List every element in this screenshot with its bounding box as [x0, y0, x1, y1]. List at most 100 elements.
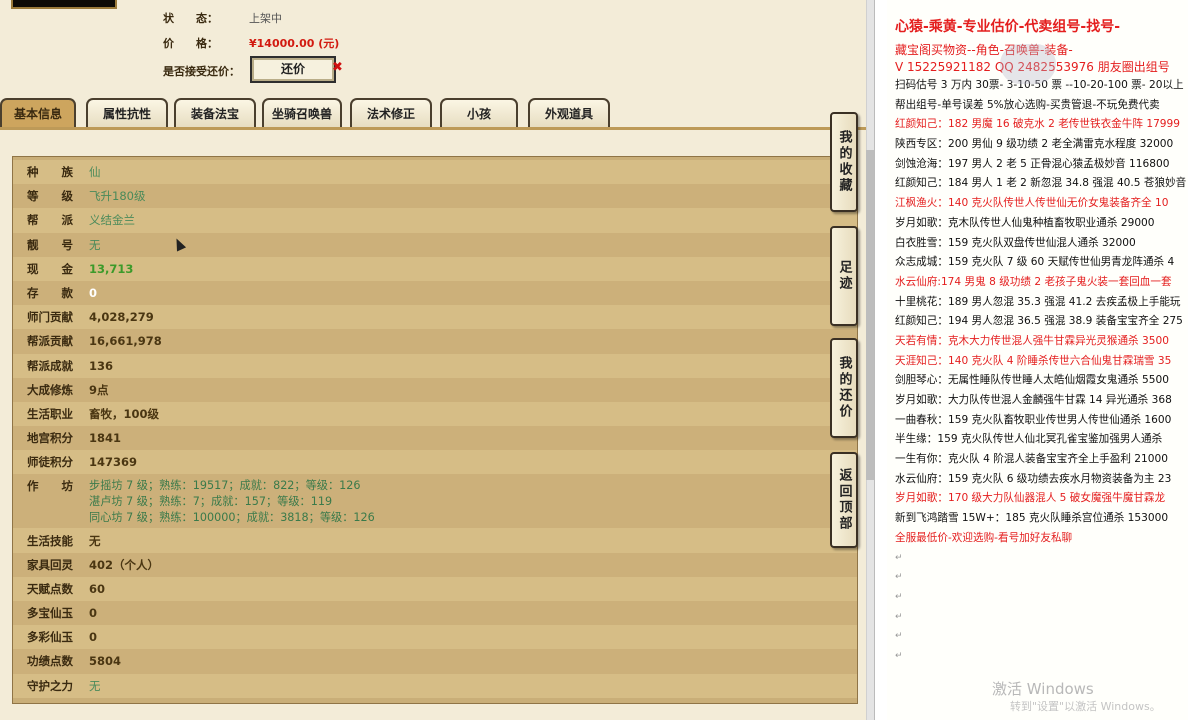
- row-value: 无: [89, 533, 101, 548]
- scrollbar-thumb[interactable]: [866, 150, 874, 480]
- row-label: 等 级: [27, 189, 73, 204]
- counter-offer-label: 是否接受还价：: [163, 65, 240, 78]
- paragraph-mark-icon: ↵: [895, 650, 903, 661]
- document-line: 江枫渔火：140 克火队传世人传世仙无价女鬼装备齐全 10: [895, 197, 1169, 210]
- paragraph-mark-icon: ↵: [895, 552, 903, 563]
- document-margin: [875, 0, 887, 720]
- row-label: 大成修炼: [27, 382, 73, 397]
- activation-watermark: 激活 Windows: [992, 680, 1094, 698]
- document-line: 新到飞鸿踏雪 15W+：185 克火队睡杀宫位通杀 153000: [895, 512, 1169, 525]
- row-value: 9点: [89, 382, 109, 397]
- tab-spell-correction[interactable]: 法术修正: [350, 98, 432, 128]
- row-label: 师徒积分: [27, 455, 73, 470]
- document-line: 水云仙府：159 克火队 6 级功绩去疾水月物资装备为主 23: [895, 472, 1172, 485]
- info-row-life-profession: 生活职业 畜牧，100级: [13, 401, 857, 427]
- info-row-cash: 现 金 13,713: [13, 256, 857, 281]
- info-row-merit-points: 功绩点数 5804: [13, 649, 857, 674]
- my-offers-button[interactable]: 我的还价: [830, 338, 858, 438]
- tab-basic-info[interactable]: 基本信息: [0, 98, 76, 128]
- document-line: 天涯知己：140 克火队 4 阶睡杀传世六合仙鬼甘霖瑞雪 35: [895, 354, 1172, 367]
- info-row-colorful-jade: 多彩仙玉 0: [13, 625, 857, 650]
- document-line: 白衣胜雪：159 克火队双盘传世仙混人通杀 32000: [895, 236, 1136, 249]
- row-value: 飞升180级: [89, 189, 146, 204]
- document-line: 天若有情：克木大力传世混人强牛甘霖异光灵猴通杀 3500: [895, 334, 1169, 347]
- tab-appearance[interactable]: 外观道具: [528, 98, 610, 128]
- paragraph-mark-icon: ↵: [895, 591, 903, 602]
- workshop-line: 步摇坊 7 级；熟练：19517；成就：822；等级：126: [89, 479, 361, 493]
- row-label: 多彩仙玉: [27, 630, 73, 645]
- info-row-deposit: 存 款 0: [13, 280, 857, 306]
- document-line: 水云仙府:174 男鬼 8 级功绩 2 老孩子鬼火装一套回血一套: [895, 275, 1172, 288]
- row-value: 0: [89, 286, 98, 301]
- row-value: 60: [89, 581, 106, 596]
- document-line: 红颜知己：194 男人忽混 36.5 强混 38.9 装备宝宝齐全 275: [895, 315, 1183, 328]
- status-field: 状 态： 上架中: [163, 10, 282, 26]
- info-row-life-skill: 生活技能 无: [13, 528, 857, 553]
- row-value: 5804: [89, 654, 122, 669]
- row-label: 生活职业: [27, 406, 73, 421]
- row-value: 136: [89, 358, 114, 373]
- workshop-list: 步摇坊 7 级；熟练：19517；成就：822；等级：126 湛卢坊 7 级；熟…: [89, 478, 857, 526]
- document-line: 一生有你：克火队 4 阶混人装备宝宝齐全上手盈利 21000: [895, 453, 1169, 466]
- document-line: 全服最低价-欢迎选购-看号加好友私聊: [895, 531, 1073, 544]
- info-row-sect-contribution: 师门贡献 4,028,279: [13, 305, 857, 330]
- workshop-line: 同心坊 7 级；熟练：100000；成就：3818；等级：126: [89, 511, 375, 525]
- info-row-furniture: 家具回灵 402（个人）: [13, 552, 857, 577]
- row-value: 仙: [89, 165, 101, 180]
- row-label: 帮派成就: [27, 358, 73, 373]
- paragraph-mark-icon: ↵: [895, 631, 903, 642]
- info-row-guild-achievement: 帮派成就 136: [13, 353, 857, 378]
- row-label: 家具回灵: [27, 557, 73, 572]
- info-row-mentor-points: 师徒积分 147369: [13, 450, 857, 475]
- row-label: 帮 派: [27, 213, 73, 228]
- tab-divider: [0, 127, 866, 130]
- overlay-blur: [1000, 44, 1056, 84]
- info-row-guild-contribution: 帮派贡献 16,661,978: [13, 329, 857, 354]
- document-line: 帮出组号-单号误差 5%放心选购-买贵管退-不玩免费代卖: [895, 98, 1160, 111]
- info-row-cultivation: 大成修炼 9点: [13, 377, 857, 402]
- tab-children[interactable]: 小孩: [440, 98, 518, 128]
- document-line: 红颜知己：182 男魔 16 破克水 2 老传世铁衣金牛阵 17999: [895, 118, 1181, 131]
- row-value: 402（个人）: [89, 557, 160, 572]
- row-label: 多宝仙玉: [27, 606, 73, 621]
- info-row-race: 种 族仙: [13, 160, 857, 185]
- info-row-talent-points: 天赋点数 60: [13, 576, 857, 601]
- info-row-level: 等 级 飞升180级: [13, 184, 857, 209]
- close-icon[interactable]: ✖: [332, 60, 343, 75]
- back-to-top-button[interactable]: 返回顶部: [830, 452, 858, 548]
- row-value: 147369: [89, 455, 138, 470]
- document-line: 半生缘：159 克火队传世人仙北冥孔雀宝鉴加强男人通杀: [895, 433, 1163, 446]
- row-value: 0: [89, 606, 98, 621]
- document-line: 众志成城：159 克火队 7 级 60 天赋传世仙男青龙阵通杀 4: [895, 256, 1175, 269]
- document-line: 岁月如歌：大力队传世混人金麟强牛甘霖 14 异光通杀 368: [895, 394, 1172, 406]
- row-label: 地宫积分: [27, 431, 73, 446]
- counter-offer-field: 是否接受还价：: [163, 63, 249, 79]
- document-line: 岁月如歌：克木队传世人仙鬼种植畜牧职业通杀 29000: [895, 216, 1155, 229]
- status-value: 上架中: [249, 12, 282, 25]
- info-row-vanity-id: 靓 号无: [13, 232, 857, 257]
- document-title: 心猿-乘黄-专业估价-代卖组号-找号-: [895, 19, 1121, 35]
- basic-info-table: 种 族 仙 等 级 飞升180级 帮 派义结金兰 靓 号无 现 金 13,713 存 …: [12, 156, 858, 704]
- info-row-treasure-jade: 多宝仙玉 0: [13, 601, 857, 626]
- row-label: 现 金: [27, 261, 73, 276]
- row-label: 作 坊: [27, 479, 73, 494]
- tab-attributes[interactable]: 属性抗性: [86, 98, 168, 128]
- document-line: 十里桃花：189 男人忽混 35.3 强混 41.2 去疾孟极上手能玩: [895, 295, 1181, 308]
- document-pane: 心猿-乘黄-专业估价-代卖组号-找号- 藏宝阁买物资--角色-召唤兽-装备- V …: [874, 0, 1188, 720]
- counter-offer-button[interactable]: 还价: [250, 56, 336, 83]
- info-row-dungeon-points: 地宫积分 1841: [13, 426, 857, 451]
- document-lines: 藏宝阁买物资--角色-召唤兽-装备- V 15225921182 QQ 24825…: [895, 42, 1188, 667]
- tab-bar: 基本信息 属性抗性 装备法宝 坐骑召唤兽 法术修正 小孩 外观道具: [0, 98, 860, 128]
- tab-equipment[interactable]: 装备法宝: [174, 98, 256, 128]
- footprint-button[interactable]: 足迹: [830, 226, 858, 326]
- tab-mounts-summons[interactable]: 坐骑召唤兽: [262, 98, 342, 128]
- info-row-guild: 帮 派 义结金兰: [13, 208, 857, 233]
- row-label: 帮派贡献: [27, 334, 73, 349]
- price-label: 价 格：: [163, 37, 218, 50]
- row-value: 13,713: [89, 261, 134, 276]
- row-label: 种 族: [27, 165, 73, 180]
- row-label: 存 款: [27, 286, 73, 301]
- row-value: 无: [89, 237, 101, 252]
- favorites-button[interactable]: 我的收藏: [830, 112, 858, 212]
- row-label: 守护之力: [27, 678, 73, 693]
